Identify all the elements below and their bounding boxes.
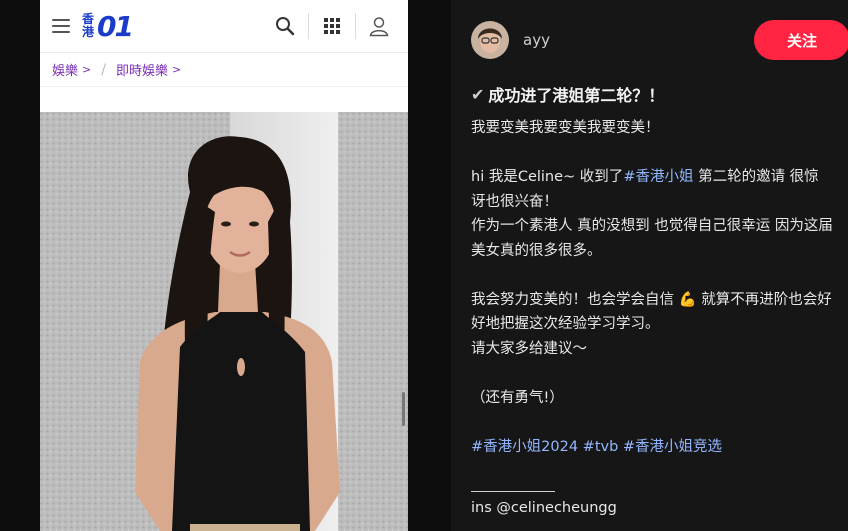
checkmark-icon: ✔	[471, 84, 485, 104]
grid-icon[interactable]	[313, 7, 351, 45]
post-line: hi 我是Celine~ 收到了#香港小姐 第二轮的邀请 很惊讶也很兴奋！	[471, 169, 819, 210]
breadcrumb: 娛樂 > / 即時娛樂 >	[40, 53, 408, 87]
article-photo	[40, 112, 408, 531]
divider	[471, 491, 555, 492]
chevron-right-icon: >	[171, 63, 182, 76]
hashtag-link[interactable]: #香港小姐	[623, 169, 693, 185]
instagram-handle: ins @celinecheungg	[471, 500, 617, 516]
news-site-panel: 香 港 01 娛樂 > / 即時娛樂 >	[40, 0, 408, 531]
search-icon[interactable]	[266, 7, 304, 45]
breadcrumb-item-instant-entertainment[interactable]: 即時娛樂 >	[116, 60, 181, 79]
post-line: 我会努力变美的！也会学会自信 💪 就算不再进阶也会好好地把握这次经验学习学习。	[471, 288, 833, 337]
hashtag-link[interactable]: #tvb	[583, 439, 619, 455]
header-divider	[355, 13, 356, 39]
user-icon[interactable]	[360, 7, 398, 45]
post-line: 我要变美我要变美我要变美！	[471, 120, 660, 136]
follow-button[interactable]: 关注	[754, 20, 848, 60]
author-row: ayy 关注	[471, 20, 848, 60]
post-title: ✔ 成功进了港姐第二轮？！	[471, 84, 665, 106]
logo-chars: 香 港	[82, 12, 95, 39]
post-line: 请大家多给建议～	[471, 340, 587, 357]
hashtag-link[interactable]: #香港小姐竞选	[623, 439, 722, 455]
site-header: 香 港 01	[40, 0, 408, 53]
logo-mark: 01	[97, 9, 134, 43]
header-actions	[266, 7, 398, 45]
post-line: 作为一个素港人 真的没想到 也觉得自己很幸运 因为这届美女真的很多很多。	[471, 218, 833, 259]
flexed-biceps-emoji: 💪	[678, 291, 697, 308]
site-logo[interactable]: 香 港 01	[82, 9, 134, 43]
social-post-panel: ayy 关注 ✔ 成功进了港姐第二轮？！ 我要变美我要变美我要变美！ hi 我是…	[451, 0, 848, 531]
header-divider	[308, 13, 309, 39]
hashtag-link[interactable]: #香港小姐2024	[471, 439, 578, 455]
hashtag-row: #香港小姐2024 #tvb #香港小姐竞选	[471, 435, 833, 460]
menu-icon[interactable]	[52, 19, 70, 33]
avatar[interactable]	[471, 21, 509, 59]
breadcrumb-separator: /	[101, 61, 106, 78]
post-body: 我要变美我要变美我要变美！ hi 我是Celine~ 收到了#香港小姐 第二轮的…	[471, 116, 833, 459]
chevron-right-icon: >	[82, 63, 92, 76]
author-name[interactable]: ayy	[523, 31, 550, 49]
scrollbar[interactable]	[402, 392, 405, 426]
breadcrumb-item-entertainment[interactable]: 娛樂 >	[52, 60, 91, 79]
post-line: （还有勇气!）	[471, 389, 564, 406]
